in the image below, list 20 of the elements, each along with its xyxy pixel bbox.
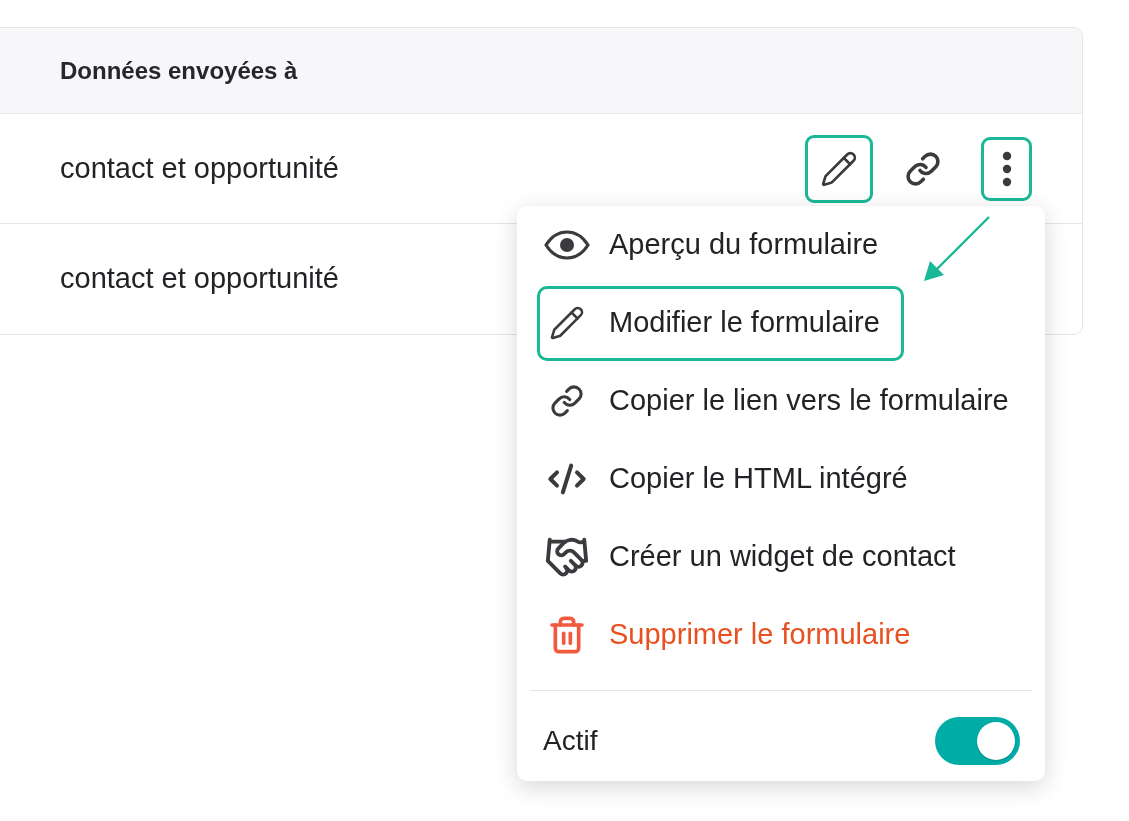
toggle-switch[interactable] [935, 717, 1020, 765]
table-cell-text: contact et opportunité [60, 261, 339, 297]
more-options-button[interactable] [981, 136, 1032, 201]
menu-item[interactable]: Modifier le formulaire [537, 285, 904, 361]
menu-item[interactable]: Copier le lien vers le formulaire [537, 363, 1033, 439]
pencil-icon [820, 149, 858, 188]
link-icon [549, 384, 584, 418]
vertical-dots-icon [1001, 150, 1012, 187]
pointer-arrow [922, 215, 992, 283]
table-cell-text: contact et opportunité [60, 150, 339, 186]
pencil-icon [548, 305, 585, 341]
toggle-label: Actif [543, 724, 598, 758]
eye-icon [543, 230, 590, 260]
menu-item[interactable]: Créer un widget de contact [537, 519, 980, 595]
column-header: Données envoyées à [60, 55, 298, 86]
edit-button[interactable] [805, 134, 873, 203]
menu-item[interactable]: Copier le HTML intégré [537, 441, 932, 517]
menu-item[interactable]: Supprimer le formulaire [537, 597, 935, 673]
link-icon [905, 150, 941, 187]
menu-item[interactable]: Aperçu du formulaire [537, 207, 903, 283]
